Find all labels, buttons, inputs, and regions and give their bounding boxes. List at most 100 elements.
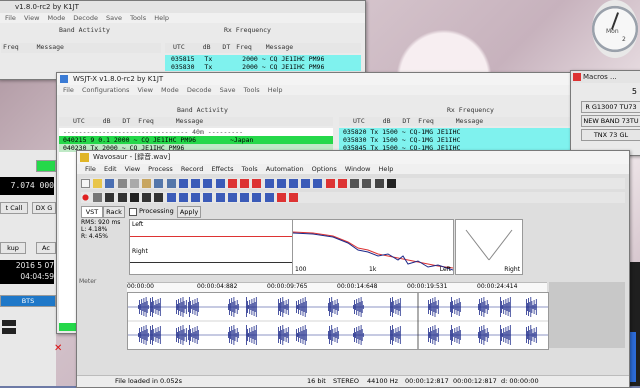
menu-record[interactable]: Record xyxy=(181,165,203,173)
undo-icon[interactable] xyxy=(154,179,164,188)
zoom-out-icon[interactable] xyxy=(191,179,201,188)
new-file-icon[interactable] xyxy=(81,179,90,188)
menu-effects[interactable]: Effects xyxy=(211,165,233,173)
marker-icon[interactable] xyxy=(325,179,335,188)
select-right-icon[interactable] xyxy=(203,193,213,202)
waveform-area[interactable] xyxy=(127,292,549,350)
copy-icon[interactable] xyxy=(129,179,139,188)
menu-view[interactable]: View xyxy=(125,165,140,173)
wavosaur-window[interactable]: Wavosaur - [録音.wav] File Edit View Proce… xyxy=(76,150,630,388)
close-icon[interactable]: ✕ xyxy=(54,344,64,354)
silence-icon[interactable] xyxy=(252,179,262,188)
table-row[interactable]: 035815 Tx 2000 ~ CQ JE1IHC PM96 xyxy=(165,55,361,63)
menu-save[interactable]: Save xyxy=(106,14,122,22)
menu-file[interactable]: File xyxy=(85,165,96,173)
fade-in-icon[interactable] xyxy=(227,179,237,188)
go-start-icon[interactable] xyxy=(215,193,225,202)
fade-out-icon[interactable] xyxy=(240,179,250,188)
chart-icon[interactable] xyxy=(374,179,384,188)
menu-options[interactable]: Options xyxy=(312,165,337,173)
menu-automation[interactable]: Automation xyxy=(266,165,304,173)
processing-checkbox[interactable] xyxy=(129,208,137,216)
macro-button-1[interactable]: R G13007 TU73 xyxy=(581,101,640,113)
stereo-icon[interactable] xyxy=(301,179,311,188)
menu-file[interactable]: File xyxy=(63,86,74,94)
vst-icon[interactable] xyxy=(264,193,274,202)
loop-play-icon[interactable] xyxy=(166,193,176,202)
macros-window[interactable]: Macros ... 5 R G13007 TU73 NEW BAND 73TU… xyxy=(570,70,640,156)
menu-decode[interactable]: Decode xyxy=(73,14,98,22)
record-icon[interactable] xyxy=(81,193,90,202)
menu-mode[interactable]: Mode xyxy=(161,86,179,94)
add-button[interactable]: Ac xyxy=(36,242,56,254)
checkbox-row[interactable] xyxy=(2,320,16,326)
call-field[interactable]: t Call xyxy=(0,202,28,214)
reverse-icon[interactable] xyxy=(264,179,274,188)
tab-rack[interactable]: Rack xyxy=(103,206,125,218)
menu-decode[interactable]: Decode xyxy=(187,86,212,94)
close-icon[interactable] xyxy=(386,179,396,188)
trim-icon[interactable] xyxy=(203,179,213,188)
table-row[interactable]: 035830 Tx 2000 ~ CQ JE1IHC PM96 xyxy=(165,63,361,71)
select-left-icon[interactable] xyxy=(191,193,201,202)
play-icon[interactable] xyxy=(105,193,115,202)
table-row[interactable]: 035830 Tx 1500 ~ CQ-1MG JE1IHC xyxy=(339,136,573,144)
paste-icon[interactable] xyxy=(142,179,152,188)
menu-view[interactable]: View xyxy=(138,86,153,94)
scope-icon[interactable] xyxy=(288,193,298,202)
macro-button-2[interactable]: NEW BAND 73TU xyxy=(581,115,640,127)
grid-icon[interactable] xyxy=(252,193,262,202)
save-icon[interactable] xyxy=(105,179,115,188)
loop-icon[interactable] xyxy=(337,179,347,188)
dx-grid-field[interactable]: DX G xyxy=(32,202,56,214)
left-green-button[interactable] xyxy=(36,160,56,172)
menu-tools[interactable]: Tools xyxy=(130,14,146,22)
checkbox-row[interactable] xyxy=(2,328,16,334)
macros-titlebar[interactable]: Macros ... xyxy=(571,71,640,83)
wsjt-back-window[interactable]: v1.8.0-rc2 by K1JT File View Mode Decode… xyxy=(0,0,366,80)
menu-configurations[interactable]: Configurations xyxy=(82,86,129,94)
forward-icon[interactable] xyxy=(154,193,164,202)
menu-process[interactable]: Process xyxy=(148,165,173,173)
resample-icon[interactable] xyxy=(313,179,323,188)
go-end-icon[interactable] xyxy=(227,193,237,202)
redo-icon[interactable] xyxy=(166,179,176,188)
menu-help[interactable]: Help xyxy=(268,86,283,94)
back-rx-list[interactable]: 035815 Tx 2000 ~ CQ JE1IHC PM96 035830 T… xyxy=(165,55,361,71)
menu-mode[interactable]: Mode xyxy=(47,14,65,22)
rewind-icon[interactable] xyxy=(142,193,152,202)
bts-button[interactable]: BTS xyxy=(0,295,56,307)
apply-button[interactable]: Apply xyxy=(177,206,201,218)
snap-icon[interactable] xyxy=(240,193,250,202)
menu-save[interactable]: Save xyxy=(220,86,236,94)
invert-icon[interactable] xyxy=(276,179,286,188)
table-row[interactable]: 040215 9 0.1 2000 ~ CQ JE1IHC PM96 ~Japa… xyxy=(59,136,333,144)
menu-window[interactable]: Window xyxy=(345,165,371,173)
wavosaur-titlebar[interactable]: Wavosaur - [録音.wav] xyxy=(77,151,629,164)
lookup-button[interactable]: kup xyxy=(0,242,26,254)
zoom-in-icon[interactable] xyxy=(178,179,188,188)
stop-icon[interactable] xyxy=(129,193,139,202)
mono-icon[interactable] xyxy=(288,179,298,188)
trash-icon[interactable] xyxy=(362,179,372,188)
menu-edit[interactable]: Edit xyxy=(104,165,117,173)
tab-vst[interactable]: VST xyxy=(81,206,103,218)
meter-icon[interactable] xyxy=(276,193,286,202)
menu-help[interactable]: Help xyxy=(379,165,394,173)
wsjt-back-titlebar[interactable]: v1.8.0-rc2 by K1JT xyxy=(0,1,365,13)
table-row[interactable]: 035820 Tx 1500 ~ CQ-1MG JE1IHC xyxy=(339,128,573,136)
open-folder-icon[interactable] xyxy=(93,179,103,188)
menu-tools[interactable]: Tools xyxy=(244,86,260,94)
menu-help[interactable]: Help xyxy=(154,14,169,22)
cursor-icon[interactable] xyxy=(178,193,188,202)
macro-button-3[interactable]: TNX 73 GL xyxy=(581,129,640,141)
lock-icon[interactable] xyxy=(350,179,360,188)
pause-icon[interactable] xyxy=(93,193,103,202)
menu-view[interactable]: View xyxy=(24,14,39,22)
wsjtx-titlebar[interactable]: WSJT-X v1.8.0-rc2 by K1JT xyxy=(57,73,577,85)
normalize-icon[interactable] xyxy=(215,179,225,188)
menu-file[interactable]: File xyxy=(5,14,16,22)
menu-tools[interactable]: Tools xyxy=(242,165,258,173)
play-selection-icon[interactable] xyxy=(117,193,127,202)
cut-icon[interactable] xyxy=(117,179,127,188)
